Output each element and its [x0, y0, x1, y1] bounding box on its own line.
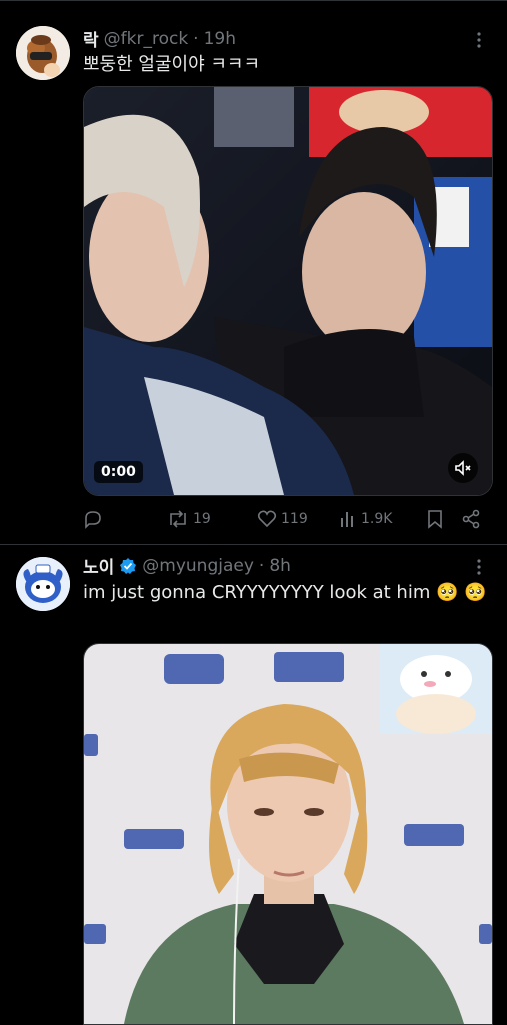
retweet-icon — [170, 510, 186, 528]
handle[interactable]: @fkr_rock — [104, 29, 189, 49]
handle[interactable]: @myungjaey — [142, 556, 254, 576]
views-icon — [341, 512, 353, 527]
mute-icon[interactable] — [448, 453, 478, 483]
tweet-header: 노이 @myungjaey · 8h — [83, 553, 477, 579]
retweet-button[interactable]: 19 — [167, 507, 211, 531]
separator: · — [258, 555, 265, 576]
separator: · — [193, 28, 199, 49]
bookmark-icon — [428, 510, 442, 529]
bookmark-button[interactable] — [426, 507, 444, 531]
tweet-video[interactable] — [83, 643, 493, 1025]
more-icon[interactable] — [469, 30, 489, 50]
display-name[interactable]: 노이 — [83, 553, 114, 578]
video-frame — [84, 644, 492, 1024]
tweet-video[interactable]: 0:00 — [83, 86, 493, 496]
reply-button[interactable] — [83, 507, 103, 531]
timestamp-link[interactable]: 19h — [204, 29, 236, 49]
like-count: 119 — [281, 511, 308, 527]
video-timestamp: 0:00 — [94, 461, 143, 483]
tweet-actions: 19 119 1.9K — [83, 507, 489, 531]
verified-badge-icon — [119, 557, 137, 575]
like-button[interactable]: 119 — [257, 507, 308, 531]
timestamp-link[interactable]: 8h — [269, 556, 291, 576]
share-button[interactable] — [461, 507, 481, 531]
more-icon[interactable] — [469, 557, 489, 577]
avatar[interactable] — [16, 26, 70, 80]
tweet-text: 뽀둥한 얼굴이야 ㅋㅋㅋ — [83, 54, 261, 75]
tweet-text: im just gonna CRYYYYYYYY look at him 🥺 🥺 — [83, 582, 487, 603]
like-icon — [257, 510, 277, 528]
views-count: 1.9K — [361, 511, 393, 527]
tweet-header: 락 @fkr_rock · 19h — [83, 26, 477, 52]
top-divider — [0, 0, 507, 1]
video-frame — [84, 87, 492, 495]
reply-icon — [85, 511, 101, 529]
tweet[interactable]: 노이 @myungjaey · 8h im just gonna CRYYYYY… — [0, 545, 507, 1025]
views-button[interactable]: 1.9K — [339, 507, 392, 531]
display-name[interactable]: 락 — [83, 26, 99, 51]
avatar[interactable] — [16, 557, 70, 611]
tweet[interactable]: 락 @fkr_rock · 19h 뽀둥한 얼굴이야 ㅋㅋㅋ 0:00 19 1… — [0, 12, 507, 545]
share-icon — [462, 509, 480, 529]
retweet-count: 19 — [193, 511, 211, 527]
